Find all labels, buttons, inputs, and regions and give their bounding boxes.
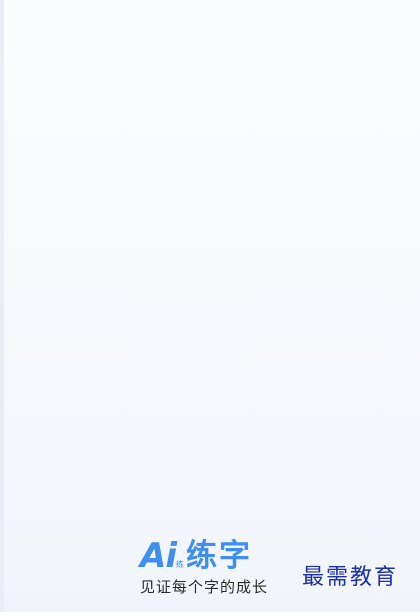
app-logo: Ai 练 练字 见证每个字的成长 — [140, 534, 290, 600]
logo-small-char: 练 — [175, 560, 184, 569]
app-slogan: 见证每个字的成长 — [140, 578, 269, 596]
logo-ai-text: Ai — [140, 536, 177, 576]
logo-wordmark: Ai 练 练字 — [140, 534, 252, 574]
logo-app-name: 练字 — [185, 538, 252, 574]
watermark-text: 最需教育 — [302, 565, 399, 590]
splash-screen: Ai 练 练字 见证每个字的成长 最需教育 — [0, 0, 420, 612]
